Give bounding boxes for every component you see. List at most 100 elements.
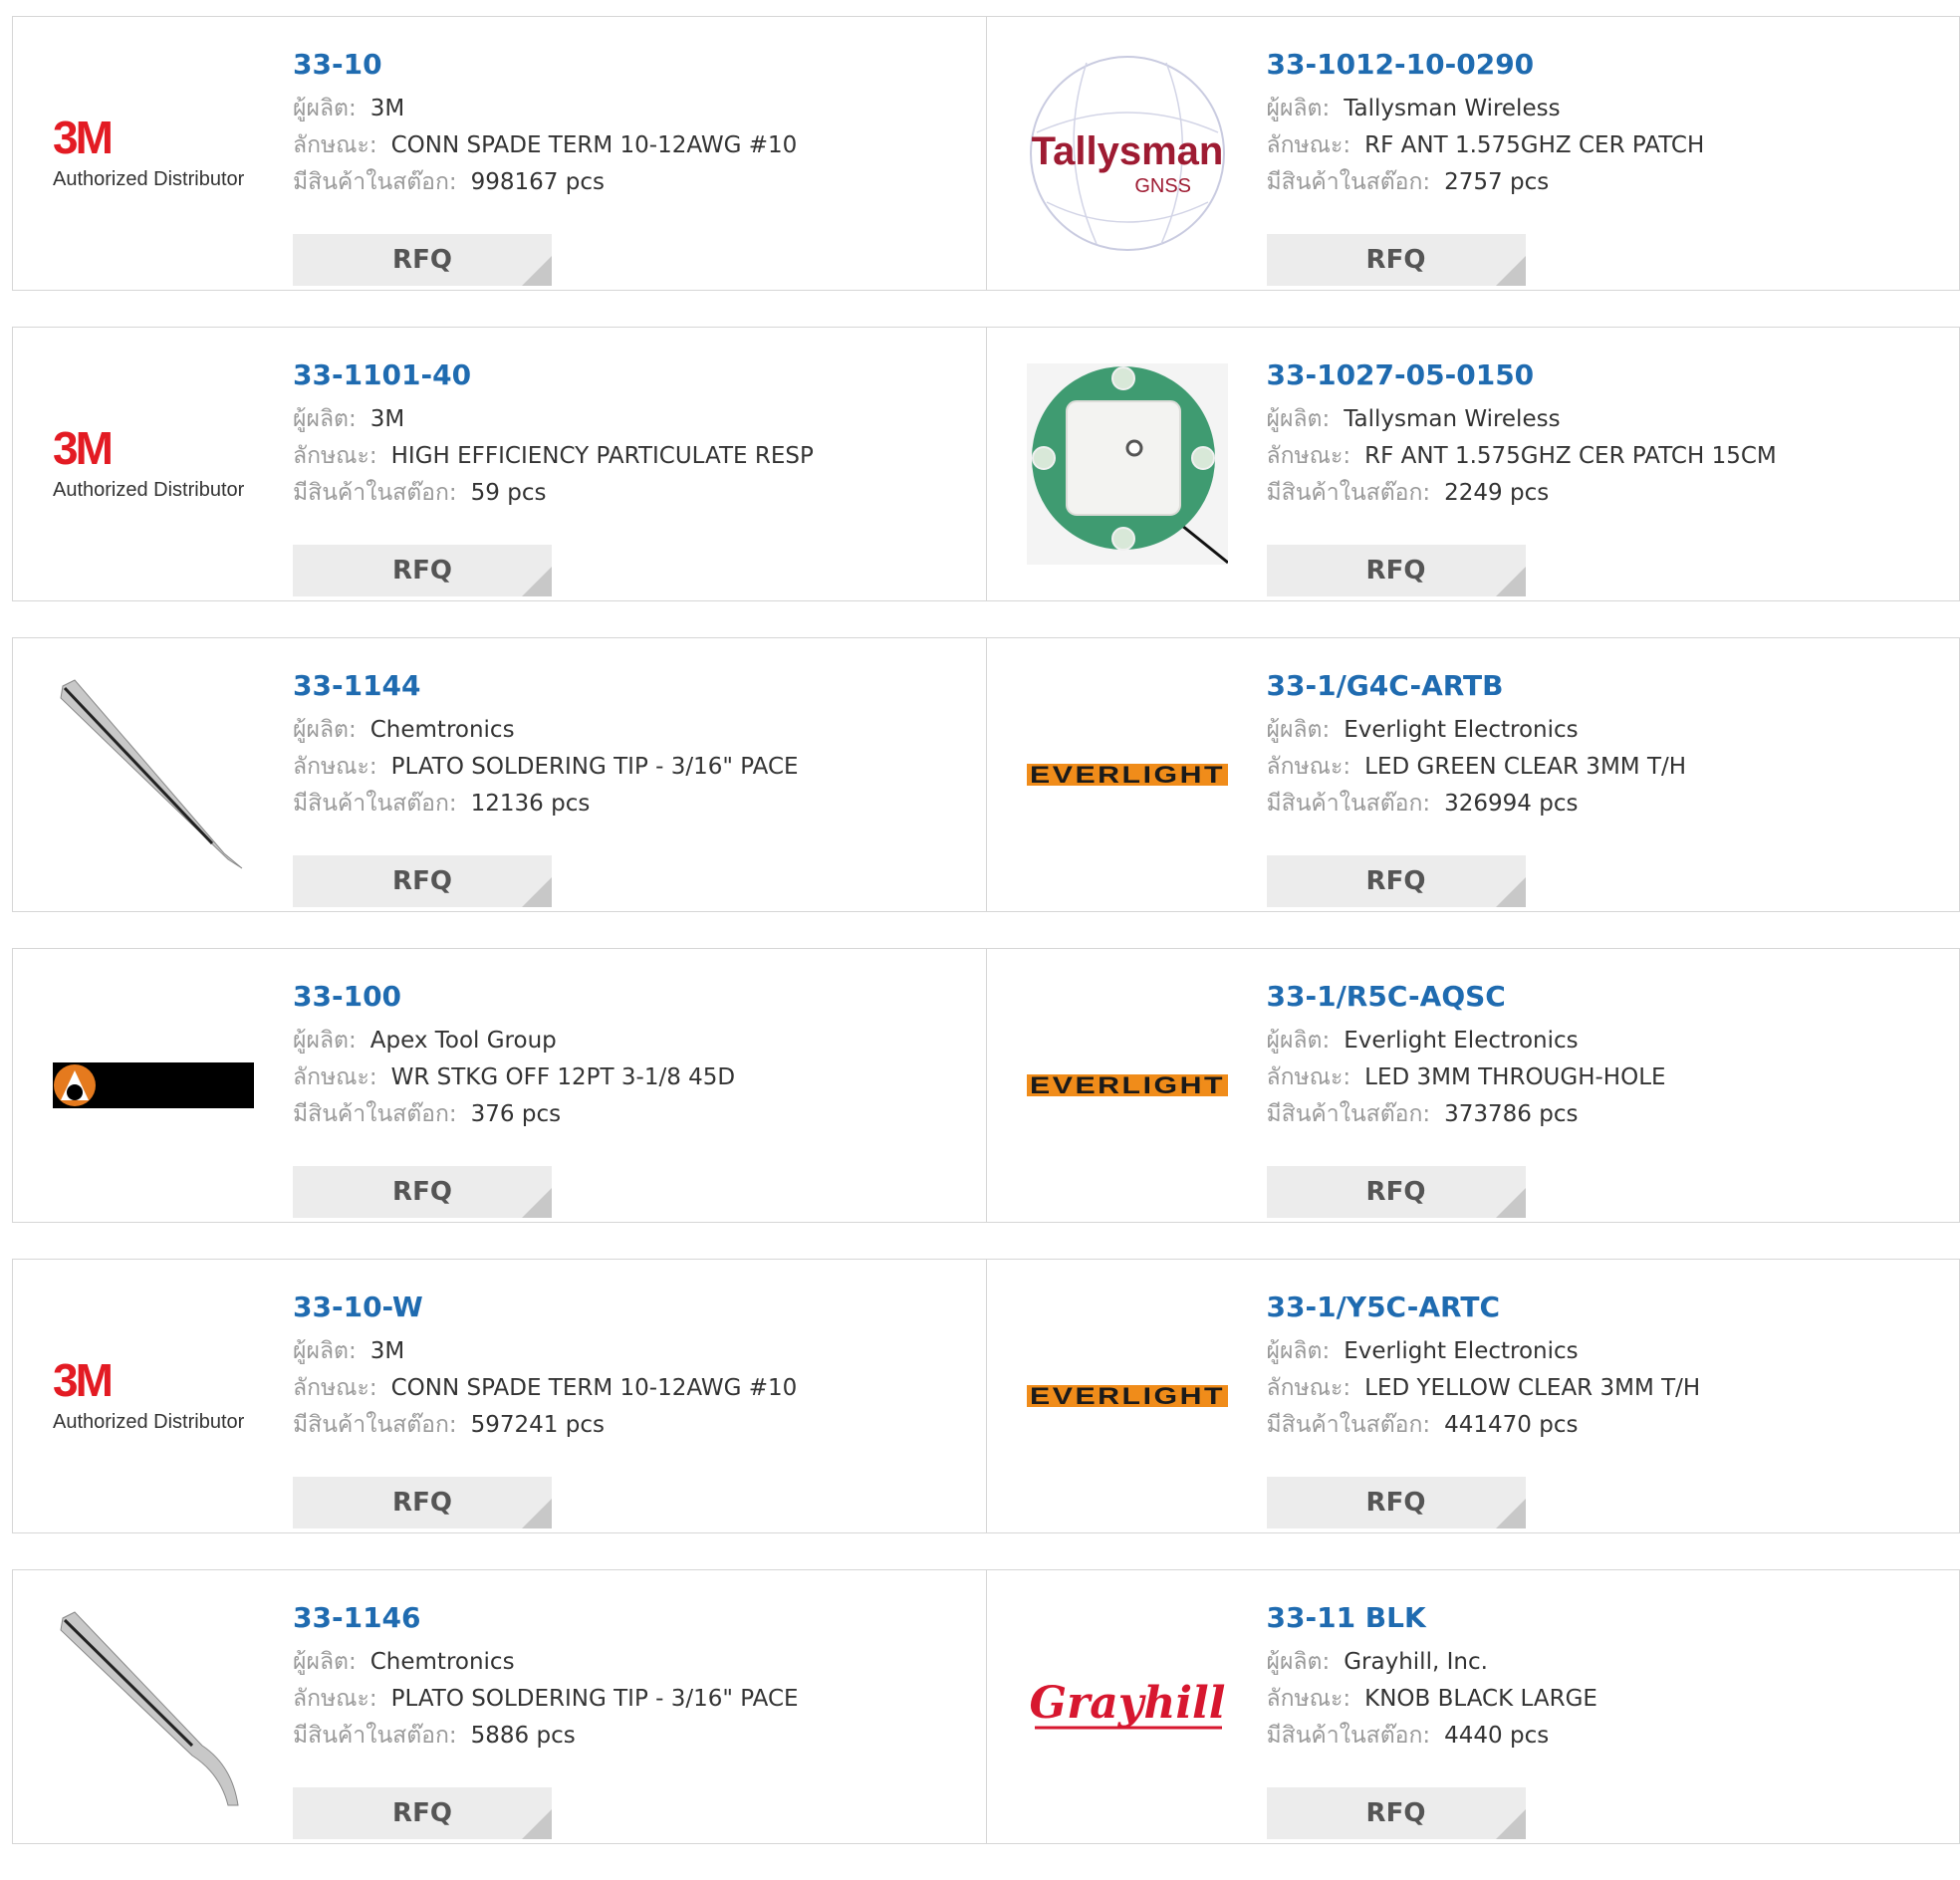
description-label: ลักษณะ: — [293, 1375, 377, 1401]
product-image[interactable]: EVERLIGHT — [1027, 674, 1228, 875]
description-value: PLATO SOLDERING TIP - 3/16" PACE — [391, 754, 799, 780]
rfq-button[interactable]: RFQ — [1267, 1477, 1526, 1528]
product-card: 33-1144ผู้ผลิต:Chemtronicsลักษณะ:PLATO S… — [13, 638, 987, 911]
part-number-link[interactable]: 33-1/R5C-AQSC — [1267, 977, 1940, 1017]
description-line: ลักษณะ:WR STKG OFF 12PT 3-1/8 45D — [293, 1059, 966, 1096]
manufacturer-label: ผู้ผลิต: — [293, 1028, 357, 1054]
stock-line: มีสินค้าในสต๊อก: 373786 pcs — [1267, 1096, 1940, 1133]
3m-logo-icon: 3MAuthorized Distributor — [53, 1356, 254, 1436]
description-line: ลักษณะ:PLATO SOLDERING TIP - 3/16" PACE — [293, 1681, 966, 1718]
authorized-distributor-caption: Authorized Distributor — [53, 168, 245, 190]
product-row: 33-1146ผู้ผลิต:Chemtronicsลักษณะ:PLATO S… — [12, 1569, 1960, 1844]
stock-label: มีสินค้าในสต๊อก: — [1267, 791, 1431, 817]
manufacturer-value: Everlight Electronics — [1344, 1338, 1578, 1364]
product-image[interactable] — [53, 1606, 254, 1807]
everlight-logo-icon: EVERLIGHT — [1027, 1385, 1228, 1407]
product-info: 33-100ผู้ผลิต:Apex Tool Groupลักษณะ:WR S… — [293, 977, 966, 1133]
product-row: 3M Authorized Distributor 33-1101-40 ผู้ผลิ… — [12, 327, 1960, 601]
part-number-link[interactable]: 33-1012-10-0290 — [1267, 45, 1940, 85]
authorized-distributor-caption: Authorized Distributor — [53, 479, 245, 501]
description-line: ลักษณะ: RF ANT 1.575GHZ CER PATCH — [1267, 127, 1940, 164]
stock-line: มีสินค้าในสต๊อก:2757 pcs — [1267, 164, 1940, 201]
product-image[interactable]: 3MAuthorized Distributor — [53, 1295, 254, 1497]
product-image[interactable] — [53, 985, 254, 1186]
svg-text:Tallysman: Tallysman — [1031, 129, 1223, 173]
rfq-button[interactable]: RFQ — [293, 545, 552, 596]
manufacturer-line: ผู้ผลิต:Everlight Electronics — [1267, 1333, 1940, 1370]
rfq-button[interactable]: RFQ — [293, 1477, 552, 1528]
product-card: EVERLIGHT 33-1/G4C-ARTB ผู้ผลิต:Everlight … — [987, 638, 1960, 911]
product-image[interactable]: Grayhill — [1027, 1606, 1228, 1807]
description-line: ลักษณะ:RF ANT 1.575GHZ CER PATCH 15CM — [1267, 438, 1940, 475]
product-image[interactable]: 3MAuthorized Distributor — [53, 53, 254, 254]
part-number-link[interactable]: 33-1/Y5C-ARTC — [1267, 1288, 1940, 1327]
stock-value: 376 pcs — [471, 1101, 561, 1127]
manufacturer-value: 3M — [370, 1338, 404, 1364]
part-number-link[interactable]: 33-1144 — [293, 666, 966, 706]
rfq-button[interactable]: RFQ — [293, 855, 552, 907]
description-label: ลักษณะ: — [1267, 1064, 1351, 1090]
description-value: PLATO SOLDERING TIP - 3/16" PACE — [391, 1686, 799, 1712]
product-card: EVERLIGHT 33-1/Y5C-ARTC ผู้ผลิต:Everlight … — [987, 1260, 1960, 1532]
manufacturer-value: Tallysman Wireless — [1344, 96, 1560, 121]
product-info: 33-10ผู้ผลิต:3Mลักษณะ:CONN SPADE TERM 10… — [293, 45, 966, 201]
3m-logo-icon: 3MAuthorized Distributor — [53, 114, 254, 193]
description-line: ลักษณะ:HIGH EFFICIENCY PARTICULATE RESP — [293, 438, 966, 475]
manufacturer-line: ผู้ผลิต:Grayhill, Inc. — [1267, 1644, 1940, 1681]
part-number-link[interactable]: 33-1101-40 — [293, 355, 966, 395]
svg-text:GNSS: GNSS — [1134, 175, 1191, 197]
manufacturer-line: ผู้ผลิต:3M — [293, 401, 966, 438]
stock-label: มีสินค้าในสต๊อก: — [1267, 1101, 1431, 1127]
product-row: 3MAuthorized Distributor33-10-Wผู้ผลิต:3… — [12, 1259, 1960, 1533]
product-image[interactable]: EVERLIGHT — [1027, 1295, 1228, 1497]
description-value: LED 3MM THROUGH-HOLE — [1364, 1064, 1665, 1090]
part-number-link[interactable]: 33-10 — [293, 45, 966, 85]
description-line: ลักษณะ:CONN SPADE TERM 10-12AWG #10 — [293, 127, 966, 164]
description-value: RF ANT 1.575GHZ CER PATCH — [1364, 132, 1704, 158]
product-card: 3M Authorized Distributor 33-1101-40 ผู้ผลิ… — [13, 328, 987, 600]
manufacturer-label: ผู้ผลิต: — [1267, 96, 1331, 121]
stock-label: มีสินค้าในสต๊อก: — [293, 1412, 457, 1438]
rfq-button[interactable]: RFQ — [293, 1787, 552, 1839]
manufacturer-line: ผู้ผลิต:Everlight Electronics — [1267, 712, 1940, 749]
stock-line: มีสินค้าในสต๊อก:2249 pcs — [1267, 475, 1940, 512]
product-image[interactable] — [53, 674, 254, 875]
rfq-button[interactable]: RFQ — [1267, 1787, 1526, 1839]
description-label: ลักษณะ: — [293, 132, 377, 158]
manufacturer-label: ผู้ผลิต: — [293, 96, 357, 121]
rfq-button[interactable]: RFQ — [1267, 545, 1526, 596]
description-label: ลักษณะ: — [293, 1064, 377, 1090]
part-number-link[interactable]: 33-10-W — [293, 1288, 966, 1327]
description-label: ลักษณะ: — [1267, 1375, 1351, 1401]
stock-label: มีสินค้าในสต๊อก: — [1267, 169, 1431, 195]
description-line: ลักษณะ:LED YELLOW CLEAR 3MM T/H — [1267, 1370, 1940, 1407]
stock-value: 12136 pcs — [471, 791, 591, 817]
rfq-button[interactable]: RFQ — [1267, 234, 1526, 286]
rfq-button[interactable]: RFQ — [1267, 1166, 1526, 1218]
part-number-link[interactable]: 33-1/G4C-ARTB — [1267, 666, 1940, 706]
rfq-button[interactable]: RFQ — [293, 234, 552, 286]
product-info: 33-1/G4C-ARTB ผู้ผลิต:Everlight Electroni… — [1267, 666, 1940, 822]
rfq-button[interactable]: RFQ — [293, 1166, 552, 1218]
product-image[interactable]: EVERLIGHT — [1027, 985, 1228, 1186]
svg-text:3M: 3M — [53, 424, 112, 474]
svg-text:3M: 3M — [53, 1356, 112, 1406]
stock-line: มีสินค้าในสต๊อก:441470 pcs — [1267, 1407, 1940, 1444]
rfq-button[interactable]: RFQ — [1267, 855, 1526, 907]
part-number-link[interactable]: 33-1027-05-0150 — [1267, 355, 1940, 395]
product-info: 33-11 BLK ผู้ผลิต:Grayhill, Inc.ลักษณะ:KN… — [1267, 1598, 1940, 1755]
part-number-link[interactable]: 33-1146 — [293, 1598, 966, 1638]
part-number-link[interactable]: 33-11 BLK — [1267, 1598, 1940, 1638]
svg-text:EVERLIGHT: EVERLIGHT — [1030, 1385, 1225, 1407]
manufacturer-label: ผู้ผลิต: — [1267, 406, 1331, 432]
soldering-tip-icon — [53, 1606, 254, 1807]
stock-value: 326994 pcs — [1444, 791, 1578, 817]
part-number-link[interactable]: 33-100 — [293, 977, 966, 1017]
product-image[interactable]: 3M Authorized Distributor — [53, 363, 254, 565]
stock-value: 373786 pcs — [1444, 1101, 1578, 1127]
product-image[interactable] — [1027, 363, 1228, 565]
description-line: ลักษณะ:KNOB BLACK LARGE — [1267, 1681, 1940, 1718]
description-value: KNOB BLACK LARGE — [1364, 1686, 1597, 1712]
product-image[interactable]: TallysmanGNSS — [1027, 53, 1228, 254]
description-label: ลักษณะ: — [1267, 132, 1351, 158]
